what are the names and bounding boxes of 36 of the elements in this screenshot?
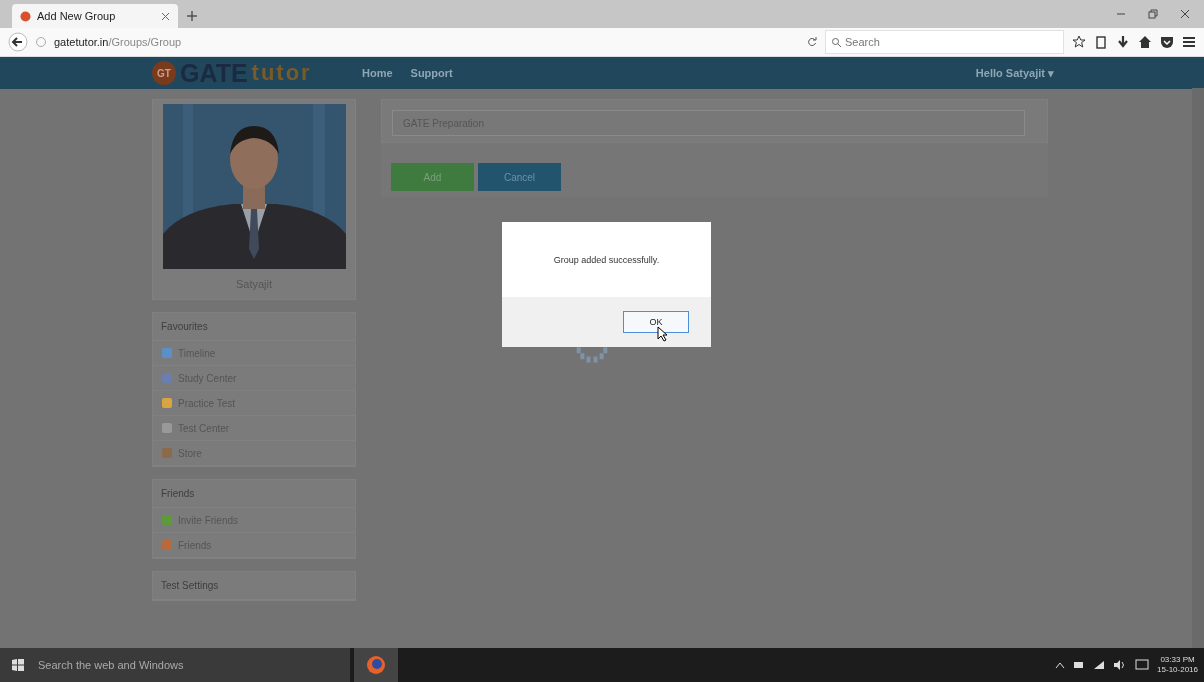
reload-icon[interactable]: [807, 37, 817, 47]
star-icon[interactable]: [1072, 35, 1086, 49]
user-menu[interactable]: Hello Satyajit ▾: [975, 66, 1054, 80]
taskbar-search[interactable]: Search the web and Windows: [0, 648, 350, 682]
panel-title: Favourites: [153, 313, 355, 341]
site-icon: [20, 10, 31, 22]
taskbar-app[interactable]: [354, 648, 398, 682]
back-icon[interactable]: [8, 32, 28, 52]
pocket-icon[interactable]: [1160, 35, 1174, 49]
dialog-message: Group added successfully.: [552, 253, 661, 267]
panel-title: Friends: [153, 480, 355, 508]
download-icon[interactable]: [1116, 35, 1130, 49]
chevron-up-icon[interactable]: [1055, 661, 1066, 669]
nav-link[interactable]: Support: [410, 67, 453, 79]
search-field[interactable]: Search: [825, 30, 1064, 54]
nav-link[interactable]: Home: [362, 67, 393, 79]
close-icon[interactable]: [1180, 9, 1190, 19]
browser-icon: [366, 655, 386, 675]
search-icon: [832, 37, 841, 47]
close-icon[interactable]: [161, 11, 170, 21]
address-field[interactable]: gatetutor.in/Groups/Group: [54, 31, 799, 53]
cursor-icon: [657, 326, 669, 342]
cancel-button[interactable]: Cancel: [478, 163, 561, 191]
restore-icon[interactable]: [1148, 9, 1158, 19]
home-icon[interactable]: [1138, 35, 1152, 49]
panel-title: Test Settings: [153, 572, 355, 600]
new-tab-icon[interactable]: [186, 10, 198, 22]
browser-tab[interactable]: Add New Group: [12, 4, 178, 28]
info-icon: [36, 37, 46, 47]
notification-icon[interactable]: [1135, 659, 1150, 671]
taskbar-clock[interactable]: 03:33 PM 15-10-2016: [1157, 654, 1198, 676]
battery-icon[interactable]: [1073, 661, 1086, 669]
network-icon[interactable]: [1093, 660, 1106, 670]
windows-icon[interactable]: [12, 659, 24, 671]
ok-button[interactable]: OK: [623, 311, 689, 333]
menu-icon[interactable]: [1182, 35, 1196, 49]
